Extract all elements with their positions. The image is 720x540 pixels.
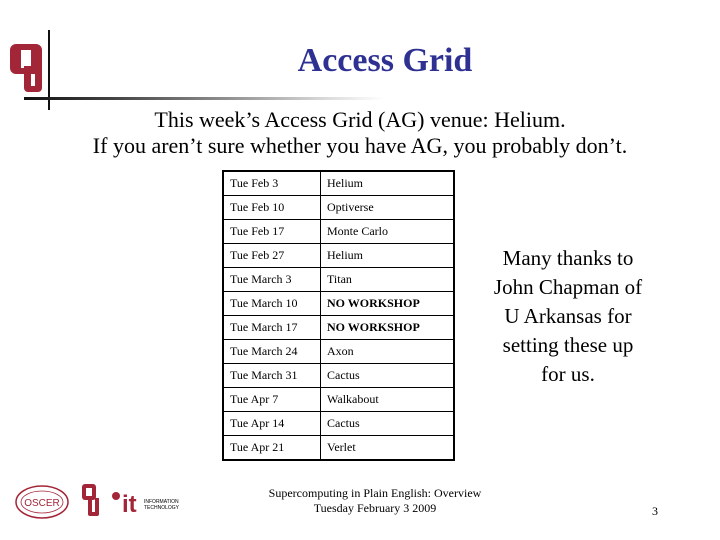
- footer-line-1: Supercomputing in Plain English: Overvie…: [268, 486, 482, 500]
- schedule-venue: NO WORKSHOP: [320, 315, 455, 340]
- thanks-line: John Chapman of: [493, 275, 643, 299]
- table-row: Tue March 3 Titan: [222, 267, 455, 292]
- footer-logos: OSCER it INFORMATION TECHNOLOGY: [15, 484, 180, 519]
- schedule-date: Tue Feb 10: [222, 195, 321, 220]
- schedule-venue: Monte Carlo: [320, 219, 455, 244]
- schedule-date: Tue Feb 27: [222, 243, 321, 268]
- table-row: Tue March 31 Cactus: [222, 363, 455, 388]
- oscer-logo-icon: OSCER: [15, 485, 69, 519]
- table-row: Tue Feb 17 Monte Carlo: [222, 219, 455, 244]
- table-row: Tue Apr 14 Cactus: [222, 411, 455, 436]
- schedule-date: Tue Apr 14: [222, 411, 321, 436]
- schedule-venue: Verlet: [320, 435, 455, 461]
- header-horizontal-rule: [24, 97, 384, 100]
- table-row: Tue March 17 NO WORKSHOP: [222, 315, 455, 340]
- schedule-venue: Cactus: [320, 411, 455, 436]
- schedule-date: Tue Feb 3: [222, 170, 321, 196]
- schedule-venue: Axon: [320, 339, 455, 364]
- schedule-date: Tue Apr 21: [222, 435, 321, 461]
- schedule-date: Tue March 24: [222, 339, 321, 364]
- svg-text:TECHNOLOGY: TECHNOLOGY: [144, 505, 180, 511]
- ou-small-logo-icon: [82, 484, 99, 516]
- table-row: Tue Apr 7 Walkabout: [222, 387, 455, 412]
- page-number: 3: [652, 504, 658, 518]
- schedule-venue: NO WORKSHOP: [320, 291, 455, 316]
- schedule-venue: Cactus: [320, 363, 455, 388]
- thanks-note: Many thanks to John Chapman of U Arkansas …: [478, 244, 658, 389]
- schedule-date: Tue Feb 17: [222, 219, 321, 244]
- schedule-date: Tue March 17: [222, 315, 321, 340]
- thanks-line: Many thanks to: [502, 246, 634, 270]
- schedule-venue: Helium: [320, 170, 455, 196]
- thanks-line: setting these up: [502, 333, 634, 357]
- footer-line-2: Tuesday February 3 2009: [313, 501, 437, 515]
- svg-text:it: it: [122, 491, 137, 518]
- schedule-date: Tue March 31: [222, 363, 321, 388]
- schedule-table: Tue Feb 3 Helium Tue Feb 10 Optiverse Tue Fe…: [222, 170, 455, 461]
- intro-text: This week’s Access Grid (AG) venue: Heli…: [0, 107, 720, 159]
- schedule-venue: Titan: [320, 267, 455, 292]
- schedule-date: Tue March 10: [222, 291, 321, 316]
- table-row: Tue Apr 21 Verlet: [222, 435, 455, 461]
- table-row: Tue Feb 27 Helium: [222, 243, 455, 268]
- schedule-venue: Helium: [320, 243, 455, 268]
- schedule-date: Tue March 3: [222, 267, 321, 292]
- schedule-date: Tue Apr 7: [222, 387, 321, 412]
- intro-line-1: This week’s Access Grid (AG) venue: Heli…: [154, 107, 566, 132]
- schedule-venue: Optiverse: [320, 195, 455, 220]
- intro-line-2: If you aren’t sure whether you have AG, …: [92, 133, 628, 158]
- table-row: Tue Feb 3 Helium: [222, 170, 455, 196]
- table-row: Tue March 10 NO WORKSHOP: [222, 291, 455, 316]
- thanks-line: for us.: [541, 362, 595, 386]
- page-title: Access Grid: [297, 42, 473, 79]
- table-row: Tue Feb 10 Optiverse: [222, 195, 455, 220]
- svg-text:OSCER: OSCER: [24, 498, 60, 509]
- table-row: Tue March 24 Axon: [222, 339, 455, 364]
- it-logo-icon: it INFORMATION TECHNOLOGY: [112, 491, 180, 518]
- thanks-line: U Arkansas for: [504, 304, 632, 328]
- schedule-venue: Walkabout: [320, 387, 455, 412]
- footer-caption: Supercomputing in Plain English: Overvie…: [250, 486, 500, 516]
